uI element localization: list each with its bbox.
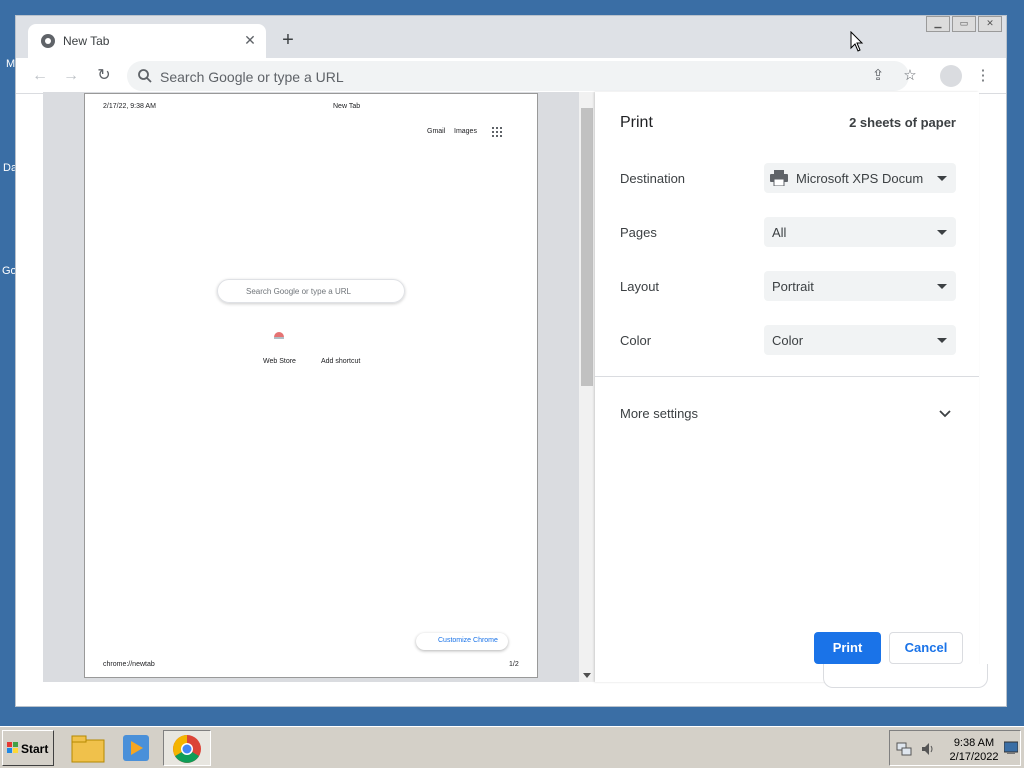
browser-toolbar: ← → ↻ Search Google or type a URL ⇪ ☆ ⋮ — [16, 58, 1006, 94]
pages-value: All — [772, 225, 787, 240]
reload-button[interactable]: ↻ — [92, 64, 116, 88]
preview-search-box: Search Google or type a URL — [217, 279, 405, 303]
preview-gmail-link: Gmail — [427, 128, 446, 135]
pages-select[interactable]: All — [764, 217, 956, 247]
webstore-icon — [274, 332, 284, 339]
menu-icon[interactable]: ⋮ — [972, 65, 994, 87]
omnibox-placeholder: Search Google or type a URL — [160, 69, 344, 85]
preview-shortcut-add: Add shortcut — [321, 358, 361, 365]
preview-footer-url: chrome://newtab — [103, 661, 155, 668]
chrome-icon — [41, 34, 55, 48]
file-explorer-icon[interactable] — [66, 730, 112, 766]
search-icon — [138, 69, 152, 83]
taskbar: Start 9:38 AM 2/17/2022 — [0, 726, 1024, 768]
browser-window: New Tab ✕ + ▁ ▭ ✕ ← → ↻ Search Google or… — [15, 15, 1007, 707]
start-label: Start — [21, 742, 49, 756]
color-label: Color — [620, 333, 652, 348]
network-icon[interactable] — [896, 741, 912, 757]
preview-header-date: 2/17/22, 9:38 AM — [103, 103, 156, 110]
bookmark-star-icon[interactable]: ☆ — [899, 65, 921, 87]
chrome-icon — [173, 735, 201, 763]
settings-divider — [595, 376, 979, 377]
chevron-down-icon — [937, 338, 947, 343]
show-desktop-icon[interactable] — [1004, 741, 1018, 755]
preview-page: 2/17/22, 9:38 AM New Tab Gmail Images Se… — [84, 93, 538, 678]
print-preview-area: 2/17/22, 9:38 AM New Tab Gmail Images Se… — [43, 92, 579, 682]
windows-logo-icon — [7, 742, 18, 753]
preview-customize-chrome: Customize Chrome — [416, 633, 508, 650]
chevron-down-icon — [937, 176, 947, 181]
color-select[interactable]: Color — [764, 325, 956, 355]
printer-icon — [770, 170, 788, 186]
preview-customize-label: Customize Chrome — [438, 637, 498, 644]
sheet-count: 2 sheets of paper — [849, 115, 956, 130]
background-customize-button — [823, 664, 988, 688]
destination-select[interactable]: Microsoft XPS Docum — [764, 163, 956, 193]
color-value: Color — [772, 333, 804, 348]
share-icon[interactable]: ⇪ — [867, 65, 889, 87]
desktop-icon-label-1[interactable]: M — [6, 58, 15, 70]
preview-scrollbar[interactable] — [579, 92, 595, 682]
more-settings-toggle[interactable]: More settings — [620, 406, 698, 421]
destination-value: Microsoft XPS Docum — [796, 171, 924, 186]
back-button[interactable]: ← — [28, 64, 52, 88]
close-window-button[interactable]: ✕ — [978, 16, 1002, 32]
print-title: Print — [620, 114, 653, 131]
expand-chevron-icon[interactable] — [939, 410, 951, 418]
cancel-button[interactable]: Cancel — [889, 632, 963, 664]
volume-icon[interactable] — [920, 741, 936, 757]
destination-label: Destination — [620, 171, 686, 186]
minimize-button[interactable]: ▁ — [926, 16, 950, 32]
clock-time[interactable]: 9:38 AM — [944, 737, 1004, 749]
preview-header-title: New Tab — [333, 103, 361, 110]
window-controls: ▁ ▭ ✕ — [926, 16, 1002, 32]
system-tray: 9:38 AM 2/17/2022 — [889, 730, 1021, 766]
restore-button[interactable]: ▭ — [952, 16, 976, 32]
layout-label: Layout — [620, 279, 660, 294]
preview-search-placeholder: Search Google or type a URL — [246, 287, 351, 296]
preview-footer-page: 1/2 — [509, 661, 519, 668]
apps-grid-icon — [492, 127, 502, 137]
pages-label: Pages — [620, 225, 657, 240]
preview-shortcut-webstore: Web Store — [263, 358, 296, 365]
print-button[interactable]: Print — [814, 632, 881, 664]
tab-title: New Tab — [63, 34, 110, 48]
layout-select[interactable]: Portrait — [764, 271, 956, 301]
start-button[interactable]: Start — [2, 730, 54, 766]
omnibox[interactable]: Search Google or type a URL — [127, 61, 909, 91]
new-tab-button[interactable]: + — [276, 28, 300, 52]
media-player-icon[interactable] — [113, 730, 159, 766]
tab-close-icon[interactable]: ✕ — [241, 31, 259, 49]
preview-images-link: Images — [454, 128, 477, 135]
print-settings-panel: Print 2 sheets of paper Destination Micr… — [595, 92, 979, 682]
scrollbar-thumb[interactable] — [581, 108, 593, 386]
layout-value: Portrait — [772, 279, 814, 294]
scroll-down-arrow-icon[interactable] — [583, 673, 591, 678]
chevron-down-icon — [937, 230, 947, 235]
chrome-taskbar-button[interactable] — [163, 730, 211, 766]
profile-avatar[interactable] — [940, 65, 962, 87]
chevron-down-icon — [937, 284, 947, 289]
forward-button[interactable]: → — [59, 64, 83, 88]
tab-new-tab[interactable]: New Tab ✕ — [28, 24, 266, 58]
clock-date[interactable]: 2/17/2022 — [944, 751, 1004, 763]
mouse-cursor-icon — [850, 31, 864, 52]
